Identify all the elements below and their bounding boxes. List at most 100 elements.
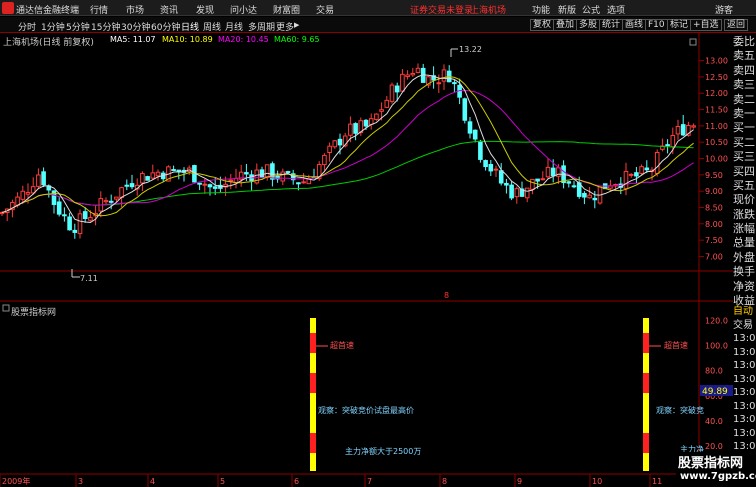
- candle-body: [56, 201, 62, 215]
- candle-body: [691, 125, 696, 128]
- candle-body: [493, 168, 499, 171]
- tick-time: 13:02: [733, 387, 756, 398]
- menu-xinban[interactable]: 新版: [558, 3, 576, 16]
- candle-body: [88, 217, 93, 221]
- f10-button[interactable]: F10: [645, 19, 668, 31]
- guest-label[interactable]: 游客: [715, 3, 733, 16]
- candle-body: [654, 151, 660, 174]
- orderbook-row: 卖四: [733, 63, 755, 77]
- back-button[interactable]: 返回: [724, 19, 749, 31]
- candle-body: [353, 123, 358, 134]
- candle-body: [680, 124, 686, 136]
- period-60min[interactable]: 60分钟: [151, 20, 180, 33]
- candle-body: [405, 74, 410, 78]
- period-daily[interactable]: 日线: [181, 20, 199, 33]
- candle-body: [379, 109, 384, 112]
- period-weekly[interactable]: 周线: [203, 20, 221, 33]
- menu-shichang[interactable]: 市场: [126, 3, 144, 16]
- candle-body: [197, 182, 202, 185]
- price-tick-label: 9.50: [705, 171, 723, 180]
- candle-body: [228, 179, 234, 182]
- price-tick-label: 12.50: [705, 73, 728, 82]
- date-tick-label: 4: [150, 477, 155, 486]
- candle-body: [72, 229, 78, 233]
- date-tick-label: 2009年: [2, 476, 30, 486]
- fuquan-button[interactable]: 复权: [530, 19, 555, 31]
- signal-bar-segment: [310, 453, 316, 471]
- signal-bar-segment: [310, 433, 316, 453]
- net-label-1: 主力净额大于2500万: [345, 447, 422, 456]
- auto-trade-label-1[interactable]: 自动: [733, 305, 756, 319]
- biaoji-button[interactable]: 标记: [667, 19, 692, 31]
- date-tick-label: 3: [78, 477, 83, 486]
- indicator-tick-label: 120.0: [705, 317, 728, 326]
- orderbook-row: 卖一: [733, 106, 755, 120]
- candle-body: [41, 171, 46, 186]
- menu-jiaoyi[interactable]: 交易: [316, 3, 334, 16]
- candle-body: [348, 123, 353, 136]
- candle-body: [582, 192, 587, 198]
- menu-xuanxiang[interactable]: 选项: [607, 3, 625, 16]
- candle-body: [644, 167, 650, 171]
- candle-body: [296, 182, 301, 185]
- period-multi[interactable]: 多周期: [248, 20, 275, 33]
- date-tick-label: 7: [367, 477, 372, 486]
- duogu-button[interactable]: 多股: [576, 19, 601, 31]
- app-title: 通达信金融终端: [16, 6, 80, 16]
- orderbook-row: 总量: [733, 236, 755, 250]
- watch-label-2: 观察：突破竞: [656, 406, 704, 415]
- candle-body: [628, 173, 634, 176]
- kline-chart[interactable]: 13.00 12.50 12.00 11.50 11.00 10.50 10.00 9.50 9…: [0, 33, 733, 487]
- candle-body: [244, 172, 249, 175]
- candle-body: [108, 200, 114, 203]
- candle-body: [36, 174, 41, 187]
- period-more[interactable]: 更多: [276, 20, 294, 33]
- candle-body: [535, 178, 540, 182]
- add-watchlist-button[interactable]: +自选: [690, 19, 722, 31]
- tick-time: 13:02: [733, 373, 756, 385]
- candle-body: [524, 187, 530, 199]
- indicator-title: 股票指标网: [11, 308, 57, 318]
- menu-wenxiaoda[interactable]: 问小达: [230, 3, 257, 16]
- menu-hangqing[interactable]: 行情: [90, 3, 108, 16]
- tongji-button[interactable]: 统计: [599, 19, 624, 31]
- candle-body: [415, 67, 421, 73]
- menu-gongneng[interactable]: 功能: [532, 3, 550, 16]
- candle-body: [82, 211, 88, 220]
- period-15min[interactable]: 15分钟: [91, 20, 120, 33]
- candle-body: [410, 72, 416, 76]
- menu-zixun[interactable]: 资讯: [160, 3, 178, 16]
- huaxian-button[interactable]: 画线: [622, 19, 647, 31]
- candle-body: [488, 163, 494, 172]
- menu-faxian[interactable]: 发现: [196, 3, 214, 16]
- low-price-label: 7.11: [80, 274, 98, 283]
- price-tick-label: 12.00: [705, 89, 728, 98]
- menu-gongshi[interactable]: 公式: [582, 3, 600, 16]
- more-arrow-icon[interactable]: ▶: [294, 21, 299, 29]
- orderbook-row: 现价: [733, 193, 755, 207]
- candle-body: [301, 181, 306, 184]
- login-status[interactable]: 证券交易未登录: [410, 3, 473, 16]
- diejia-button[interactable]: 叠加: [553, 19, 578, 31]
- candle-body: [462, 98, 468, 121]
- price-tick-label: 11.00: [705, 122, 728, 131]
- orderbook-row: 涨幅: [733, 222, 755, 236]
- orderbook-row: 买一: [733, 121, 755, 135]
- candle-body: [509, 184, 514, 199]
- period-30min[interactable]: 30分钟: [121, 20, 150, 33]
- candle-body: [467, 121, 473, 134]
- signal-bar-segment: [643, 318, 649, 333]
- period-monthly[interactable]: 月线: [225, 20, 243, 33]
- price-tick-label: 8.00: [705, 220, 723, 229]
- indicator-value-badge: 49.89: [702, 387, 728, 397]
- period-5min[interactable]: 5分钟: [66, 20, 90, 33]
- period-1min[interactable]: 1分钟: [41, 20, 65, 33]
- signal-bar-segment: [643, 353, 649, 373]
- menu-caifuquan[interactable]: 财富圈: [273, 3, 300, 16]
- signal-bar-segment: [310, 373, 316, 393]
- signal-bar-segment: [643, 393, 649, 433]
- signal-bar-segment: [310, 318, 316, 333]
- period-fenshi[interactable]: 分时: [18, 20, 36, 33]
- date-tick-label: 11: [652, 477, 662, 486]
- signal-bar-segment: [643, 453, 649, 471]
